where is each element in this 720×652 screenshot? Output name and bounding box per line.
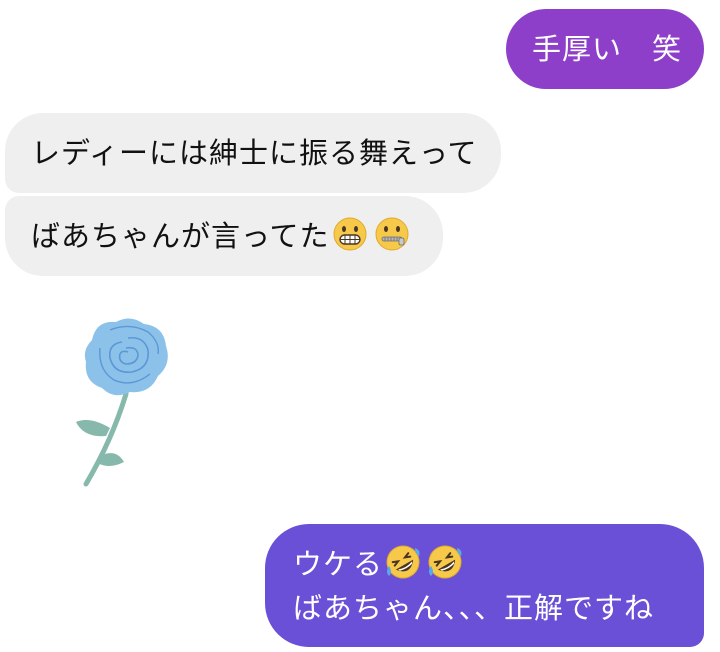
message-line: ばあちゃん、、、正解ですね (293, 586, 704, 630)
outgoing-message-bubble[interactable]: 手厚い 笑 (506, 9, 704, 89)
message-line: ウケる (293, 542, 704, 586)
incoming-message-bubble[interactable]: ばあちゃんが言ってた (5, 196, 443, 276)
message-text: ウケる (293, 547, 384, 581)
grimacing-face-icon (332, 216, 368, 252)
outgoing-message-bubble[interactable]: ウケる ばあちゃん、、、正解ですね (265, 524, 704, 647)
message-text: ばあちゃん、、、正解ですね (293, 591, 655, 625)
rolling-on-floor-laughing-icon (385, 544, 421, 580)
message-text: レディーには紳士に振る舞えって (31, 136, 478, 170)
blue-rose-sticker[interactable] (70, 312, 180, 490)
rose-icon (76, 318, 168, 487)
message-text: ばあちゃんが言ってた (31, 219, 330, 253)
zipper-mouth-face-icon (374, 216, 410, 252)
rolling-on-floor-laughing-icon (427, 544, 463, 580)
incoming-message-bubble[interactable]: レディーには紳士に振る舞えって (5, 113, 501, 193)
message-text: 手厚い 笑 (532, 32, 683, 66)
